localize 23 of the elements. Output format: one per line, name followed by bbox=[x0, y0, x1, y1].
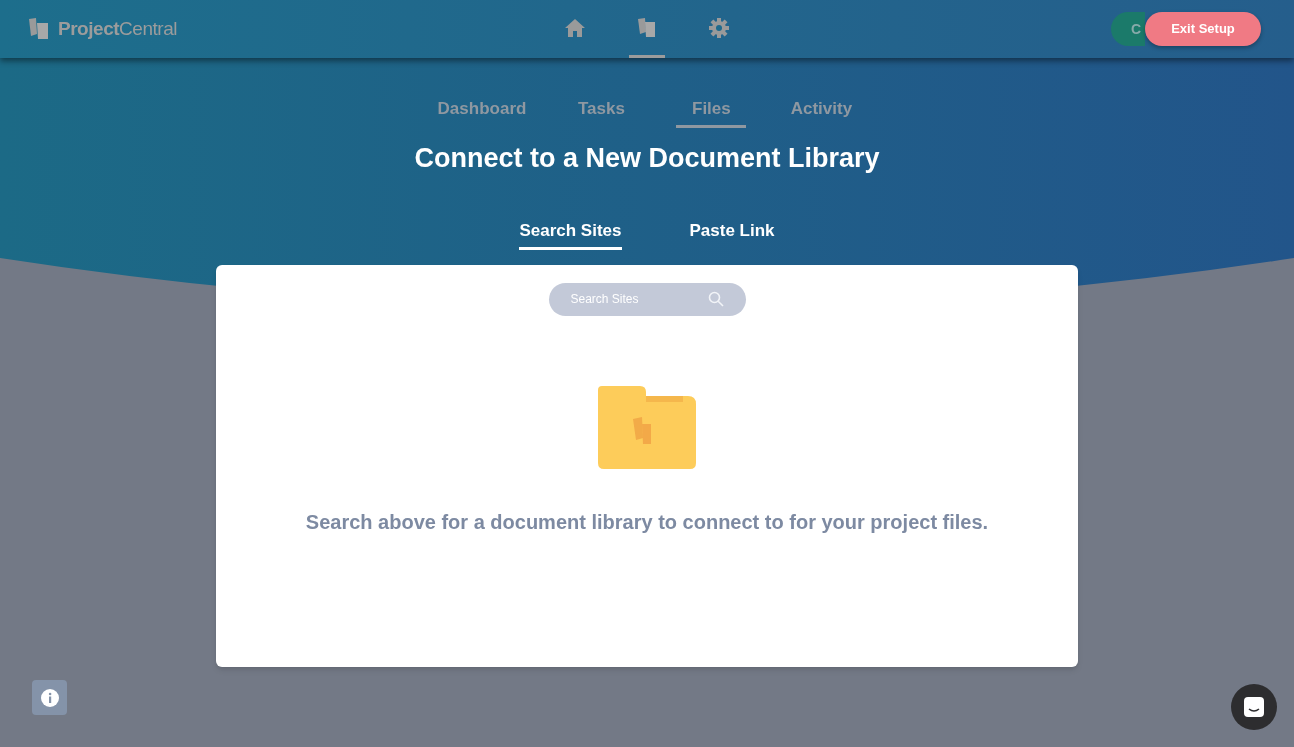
tab[interactable]: Files bbox=[676, 96, 747, 128]
info-button[interactable] bbox=[32, 680, 67, 715]
folder-icon bbox=[598, 385, 696, 469]
home-icon bbox=[565, 18, 585, 37]
logo-icon bbox=[28, 18, 50, 40]
logo-text: ProjectCentral bbox=[58, 16, 178, 41]
exit-setup-button[interactable]: Exit Setup bbox=[1145, 12, 1261, 46]
settings-icon bbox=[709, 17, 729, 38]
search-field[interactable]: Search Sites bbox=[548, 282, 746, 316]
empty-message: Search above for a document library to connect to for your project files. bbox=[304, 509, 990, 535]
page-title: Connect to a New Document Library bbox=[414, 141, 880, 175]
tab[interactable]: Dashboard bbox=[437, 96, 527, 128]
chat-icon bbox=[1243, 696, 1265, 718]
chat-button[interactable] bbox=[1231, 684, 1277, 730]
search-icon bbox=[707, 291, 724, 307]
documents-icon bbox=[637, 17, 657, 38]
tab[interactable]: Tasks bbox=[566, 96, 637, 128]
subtab[interactable]: Search Sites bbox=[519, 218, 622, 250]
info-icon bbox=[40, 688, 59, 707]
subtab[interactable]: Paste Link bbox=[689, 218, 775, 250]
setup-button[interactable]: C bbox=[1111, 12, 1145, 46]
search-input[interactable]: Search Sites bbox=[570, 290, 708, 308]
tab[interactable]: Activity bbox=[786, 96, 857, 128]
